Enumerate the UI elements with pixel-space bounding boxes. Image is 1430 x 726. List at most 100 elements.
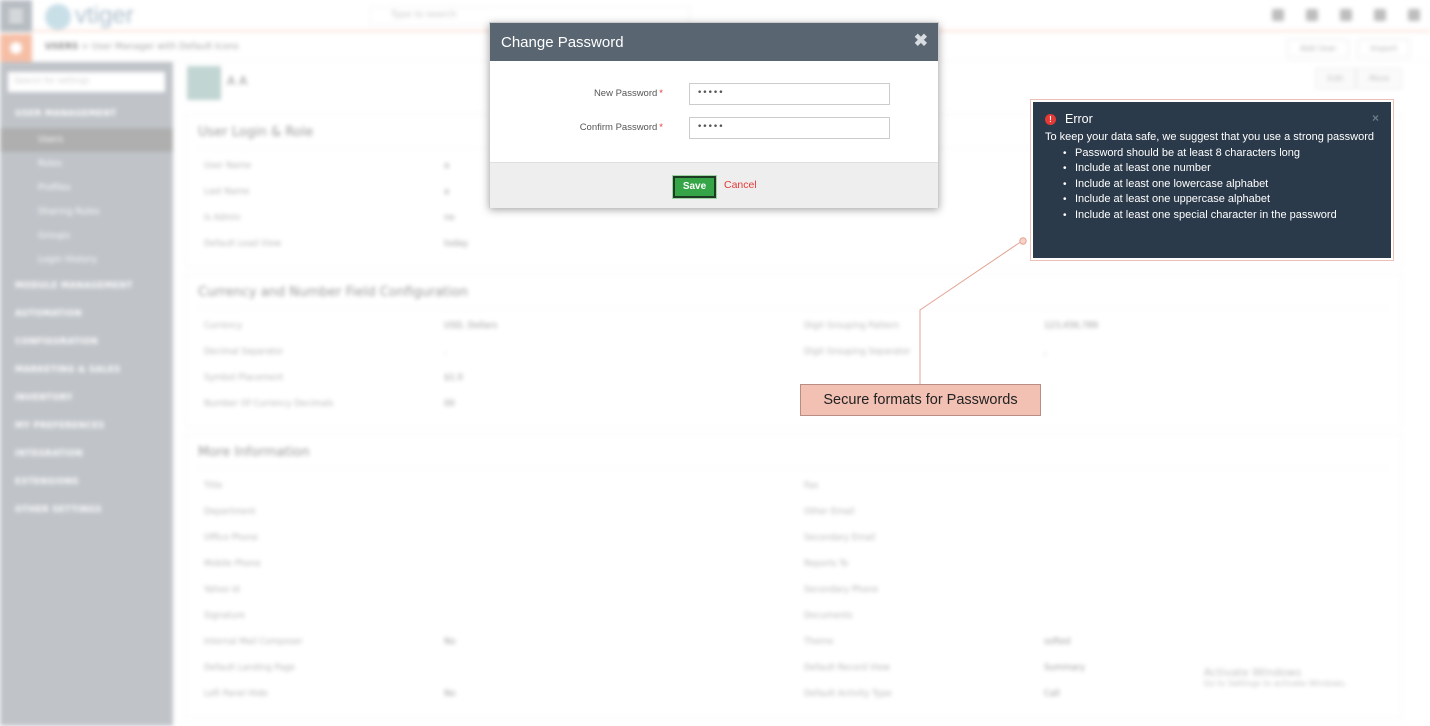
- field-label: Internal Mail Composer: [204, 637, 303, 647]
- error-message: To keep your data safe, we suggest that …: [1045, 131, 1374, 143]
- error-title-row: ! Error: [1045, 112, 1379, 126]
- detail-row: Signature Documents: [198, 603, 1389, 629]
- detail-row: Department Other Email: [198, 499, 1389, 525]
- field-value: Call: [1044, 689, 1060, 699]
- calendar-icon[interactable]: [1306, 9, 1318, 21]
- user-name: A A: [227, 74, 248, 88]
- field-label: Digit Grouping Separator: [804, 347, 911, 357]
- field-label: User Name: [204, 161, 252, 171]
- grid-icon[interactable]: [1374, 9, 1386, 21]
- more-button[interactable]: More: [1356, 68, 1402, 89]
- password-rule: Password should be at least 8 characters…: [1063, 146, 1379, 162]
- field-label: Default Lead View: [204, 239, 282, 249]
- sidebar-group-integration[interactable]: INTEGRATION: [0, 440, 173, 468]
- menu-button[interactable]: [0, 0, 32, 32]
- field-label: Default Landing Page: [204, 663, 295, 673]
- top-icons: [1272, 9, 1420, 21]
- field-value: No: [444, 689, 456, 699]
- change-password-modal: Change Password ✖ New Password * ••••• Co…: [489, 22, 939, 208]
- modal-body: New Password * ••••• Confirm Password * ••…: [490, 61, 938, 162]
- add-user-button[interactable]: Add User: [1287, 39, 1350, 58]
- error-exclamation-icon: !: [1045, 113, 1056, 125]
- sidebar-group-my-preferences[interactable]: MY PREFERENCES: [0, 412, 173, 440]
- sidebar-group-user-management[interactable]: USER MANAGEMENT: [0, 100, 173, 128]
- breadcrumb: USERS > User Manager with Default Icons: [45, 42, 239, 52]
- chart-icon[interactable]: [1340, 9, 1352, 21]
- password-rule: Include at least one number: [1063, 161, 1379, 177]
- modal-footer: Save Cancel: [490, 162, 938, 208]
- field-value: today: [444, 239, 469, 249]
- field-label: Department: [204, 507, 256, 517]
- detail-row: Title Fax: [198, 473, 1389, 499]
- new-password-row: New Password * •••••: [490, 83, 938, 117]
- field-label: Documents: [804, 611, 853, 621]
- import-button[interactable]: Import: [1357, 39, 1410, 58]
- save-button[interactable]: Save: [672, 175, 717, 199]
- close-icon[interactable]: ✖: [914, 31, 928, 51]
- sidebar-group-other-settings[interactable]: OTHER SETTINGS: [0, 496, 173, 524]
- detail-row: Decimal Separator. Digit Grouping Separat…: [198, 339, 1389, 365]
- close-icon[interactable]: ×: [1372, 111, 1379, 125]
- field-label: Office Phone: [204, 533, 258, 543]
- sidebar-group-extensions[interactable]: EXTENSIONS: [0, 468, 173, 496]
- field-label: Default Record View: [804, 663, 891, 673]
- modal-header: Change Password ✖: [490, 23, 938, 61]
- field-value: USD, Dollars: [444, 321, 498, 331]
- sidebar-item-users[interactable]: Users: [0, 128, 173, 152]
- sidebar-item-roles[interactable]: Roles: [0, 152, 173, 176]
- field-label: Digit Grouping Pattern: [804, 321, 900, 331]
- sidebar-group-inventory[interactable]: INVENTORY: [0, 384, 173, 412]
- field-label: Last Name: [204, 187, 250, 197]
- field-label: Reports To: [804, 559, 849, 569]
- detail-block: Currency and Number Field Configuration C…: [185, 274, 1402, 428]
- sidebar-item-sharing-rules[interactable]: Sharing Rules: [0, 200, 173, 224]
- confirm-password-label: Confirm Password *: [579, 122, 663, 133]
- modal-title: Change Password: [501, 34, 624, 51]
- sidebar-item-groups[interactable]: Groups: [0, 224, 173, 248]
- required-asterisk: *: [659, 122, 663, 133]
- error-notification-frame: ! Error × To keep your data safe, we sug…: [1030, 99, 1394, 261]
- field-label: Number Of Currency Decimals: [204, 399, 334, 409]
- error-notification: ! Error × To keep your data safe, we sug…: [1033, 102, 1391, 258]
- user-avatar: [187, 66, 221, 100]
- field-value: 123,456,789: [1044, 321, 1099, 331]
- field-label: Other Email: [804, 507, 855, 517]
- field-value: ,: [1044, 347, 1047, 357]
- app-switcher-button[interactable]: [0, 34, 32, 62]
- field-value: No: [444, 637, 456, 647]
- cancel-link[interactable]: Cancel: [724, 179, 757, 191]
- detail-row: Number Of Currency Decimals 00: [198, 391, 1389, 417]
- field-label: Default Activity Type: [804, 689, 892, 699]
- detail-row: Symbol Placement $1.0: [198, 365, 1389, 391]
- sidebar-group-module-management[interactable]: MODULE MANAGEMENT: [0, 272, 173, 300]
- field-label: Mobile Phone: [204, 559, 261, 569]
- field-value: .: [444, 347, 447, 357]
- password-rules-list: Password should be at least 8 characters…: [1063, 146, 1379, 224]
- sidebar-group-configuration[interactable]: CONFIGURATION: [0, 328, 173, 356]
- field-label: Signature: [204, 611, 246, 621]
- vtiger-logo[interactable]: vtiger: [45, 2, 134, 30]
- field-value: $1.0: [444, 373, 463, 383]
- sidebar-group-automation[interactable]: AUTOMATION: [0, 300, 173, 328]
- field-label: Fax: [804, 481, 819, 491]
- field-value: softed: [1044, 637, 1071, 647]
- error-title: Error: [1065, 112, 1093, 126]
- block-title: Currency and Number Field Configuration: [198, 285, 1389, 309]
- settings-search-input[interactable]: Search for settings: [8, 72, 165, 92]
- detail-row: Currency USD, Dollars Digit Grouping Patte…: [198, 313, 1389, 339]
- sidebar-item-profiles[interactable]: Profiles: [0, 176, 173, 200]
- sidebar-group-marketing-sales[interactable]: MARKETING & SALES: [0, 356, 173, 384]
- edit-button[interactable]: Edit: [1314, 68, 1357, 89]
- password-rule: Include at least one special character i…: [1063, 208, 1379, 224]
- field-value: 00: [444, 399, 455, 409]
- field-label: Secondary Phone: [804, 585, 879, 595]
- required-asterisk: *: [659, 88, 663, 99]
- add-icon[interactable]: [1272, 9, 1284, 21]
- field-label: Secondary Email: [804, 533, 876, 543]
- sidebar-item-login-history[interactable]: Login History: [0, 248, 173, 272]
- new-password-input[interactable]: •••••: [689, 83, 890, 105]
- confirm-password-input[interactable]: •••••: [689, 117, 890, 139]
- field-label: Theme: [804, 637, 834, 647]
- field-label: Decimal Separator: [204, 347, 284, 357]
- user-icon[interactable]: [1408, 9, 1420, 21]
